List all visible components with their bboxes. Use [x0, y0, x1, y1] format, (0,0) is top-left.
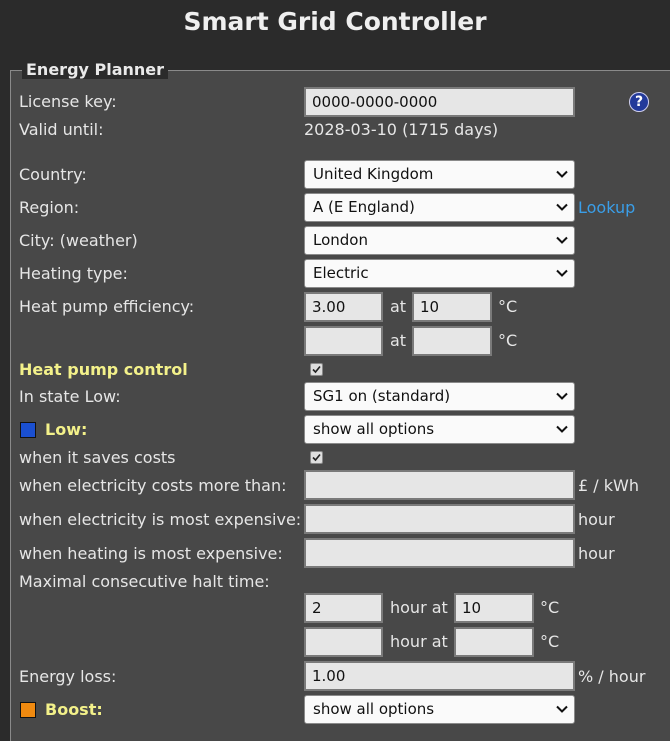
boost-color-swatch [20, 702, 36, 718]
city-label: City: (weather) [19, 231, 138, 250]
at-label: at [390, 331, 407, 350]
state-low-value: SG1 on (standard) [313, 387, 451, 405]
saves-costs-label: when it saves costs [19, 448, 176, 467]
halt-hours-input-1[interactable]: 2 [304, 593, 383, 623]
energy-loss-input[interactable]: 1.00 [304, 661, 575, 691]
efficiency-label: Heat pump efficiency: [19, 297, 195, 316]
cost-more-label: when electricity costs more than: [19, 476, 287, 495]
halt-temp-input-2[interactable] [454, 627, 534, 657]
state-low-label: In state Low: [19, 387, 121, 406]
cost-more-input[interactable] [304, 470, 575, 500]
celsius-unit: °C [498, 297, 518, 316]
boost-options-value: show all options [313, 700, 435, 718]
low-label: Low: [45, 420, 88, 439]
low-color-swatch [20, 422, 36, 438]
cost-unit: £ / kWh [578, 476, 639, 495]
low-options-value: show all options [313, 420, 435, 438]
region-select[interactable]: A (E England) [304, 193, 575, 222]
chevron-down-icon [556, 705, 568, 713]
heating-expensive-label: when heating is most expensive: [19, 544, 283, 563]
halt-temp-input-1[interactable]: 10 [454, 593, 534, 623]
country-value: United Kingdom [313, 165, 434, 183]
heating-label: Heating type: [19, 264, 128, 283]
low-options-select[interactable]: show all options [304, 415, 575, 444]
halt-hours-input-2[interactable] [304, 627, 383, 657]
hour-unit: hour [578, 510, 615, 529]
halt-time-label: Maximal consecutive halt time: [19, 572, 270, 591]
check-icon [312, 365, 321, 374]
valid-until-value: 2028-03-10 (1715 days) [304, 120, 499, 139]
license-input[interactable]: 0000-0000-0000 [304, 87, 575, 117]
country-label: Country: [19, 165, 87, 184]
efficiency-temp-input-2[interactable] [412, 326, 492, 356]
saves-costs-checkbox[interactable] [310, 451, 323, 464]
lookup-link[interactable]: Lookup [578, 198, 635, 218]
boost-label: Boost: [45, 700, 103, 719]
chevron-down-icon [556, 170, 568, 178]
chevron-down-icon [556, 203, 568, 211]
region-value: A (E England) [313, 198, 415, 216]
efficiency-value-input-2[interactable] [304, 326, 383, 356]
celsius-unit: °C [498, 331, 518, 350]
most-expensive-label: when electricity is most expensive: [19, 510, 302, 529]
region-label: Region: [19, 198, 80, 217]
section-legend: Energy Planner [22, 61, 169, 79]
most-expensive-input[interactable] [304, 504, 575, 534]
celsius-unit: °C [540, 632, 560, 651]
chevron-down-icon [556, 392, 568, 400]
license-label: License key: [19, 92, 117, 111]
valid-until-label: Valid until: [19, 120, 104, 139]
heat-pump-control-checkbox[interactable] [310, 363, 323, 376]
state-low-select[interactable]: SG1 on (standard) [304, 382, 575, 411]
chevron-down-icon [556, 425, 568, 433]
hour-unit: hour [578, 544, 615, 563]
chevron-down-icon [556, 236, 568, 244]
chevron-down-icon [556, 269, 568, 277]
country-select[interactable]: United Kingdom [304, 160, 575, 189]
boost-options-select[interactable]: show all options [304, 695, 575, 724]
efficiency-value-input-1[interactable]: 3.00 [304, 292, 383, 322]
hour-at-label: hour at [390, 632, 448, 651]
hour-at-label: hour at [390, 598, 448, 617]
celsius-unit: °C [540, 598, 560, 617]
at-label: at [390, 297, 407, 316]
check-icon [312, 453, 321, 462]
heating-expensive-input[interactable] [304, 538, 575, 568]
city-select[interactable]: London [304, 226, 575, 255]
heating-select[interactable]: Electric [304, 259, 575, 288]
app-title: Smart Grid Controller [183, 7, 487, 36]
city-value: London [313, 231, 368, 249]
help-icon[interactable]: ? [629, 92, 649, 112]
energy-loss-unit: % / hour [578, 667, 646, 686]
energy-loss-label: Energy loss: [19, 667, 117, 686]
heat-pump-control-label: Heat pump control [19, 360, 188, 379]
heating-value: Electric [313, 264, 369, 282]
efficiency-temp-input-1[interactable]: 10 [412, 292, 492, 322]
